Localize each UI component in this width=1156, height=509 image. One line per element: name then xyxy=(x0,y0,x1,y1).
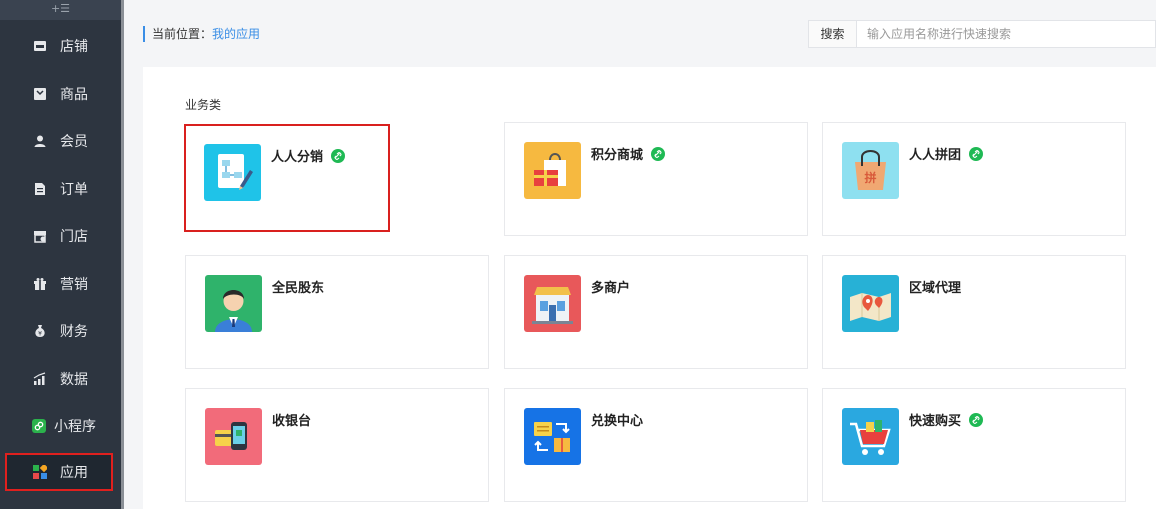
app-name: 兑换中心 xyxy=(591,414,644,429)
chart-icon xyxy=(33,372,47,386)
quick-buy-icon xyxy=(842,408,899,465)
member-icon xyxy=(33,134,47,148)
breadcrumb-prefix: 当前位置： xyxy=(152,27,213,41)
app-name: 全民股东 xyxy=(272,281,325,296)
link-icon xyxy=(651,147,666,161)
sidebar-item-shop[interactable]: 门店 xyxy=(0,216,121,256)
points-mall-icon xyxy=(524,142,581,199)
mini-program-icon xyxy=(32,419,46,433)
sidebar-item-label: 门店 xyxy=(60,229,88,245)
sidebar-item-label: 商品 xyxy=(60,87,88,103)
app-name: 收银台 xyxy=(272,414,312,429)
gift-icon xyxy=(33,277,47,291)
link-icon xyxy=(969,413,984,427)
sidebar-item-store[interactable]: 店铺 xyxy=(0,26,121,66)
sidebar-item-label: 会员 xyxy=(60,134,88,150)
sidebar-item-marketing[interactable]: 营销 xyxy=(0,264,121,304)
sidebar-item-goods[interactable]: 商品 xyxy=(0,74,121,114)
distribution-icon xyxy=(204,144,261,201)
header: 当前位置：我的应用 搜索 xyxy=(124,0,1156,66)
exchange-center-icon xyxy=(524,408,581,465)
sidebar-item-label: 订单 xyxy=(60,182,88,198)
apps-icon xyxy=(33,465,47,479)
goods-icon xyxy=(33,87,47,101)
order-icon xyxy=(33,182,47,196)
app-card-cashier[interactable]: 收银台 xyxy=(185,388,489,502)
sidebar-item-label: 数据 xyxy=(60,372,88,388)
app-name: 人人分销 xyxy=(271,146,346,165)
money-bag-icon: ¥ xyxy=(33,324,47,338)
search-input[interactable] xyxy=(857,21,1155,47)
multi-merchant-icon xyxy=(524,275,581,332)
cashier-icon xyxy=(205,408,262,465)
sidebar-item-label: 店铺 xyxy=(60,39,88,55)
sidebar-toggle-button[interactable]: +☰ xyxy=(0,0,121,20)
main-panel: 业务类 人人分销 积分商城 拼 人人拼团 全民股东 多商户 区域代理 收银台 兑… xyxy=(143,67,1156,509)
app-name: 快速购买 xyxy=(909,410,984,429)
svg-text:拼: 拼 xyxy=(864,170,876,185)
sidebar-item-apps[interactable]: 应用 xyxy=(5,453,113,491)
app-card-points-mall[interactable]: 积分商城 xyxy=(504,122,808,236)
sidebar-item-label: 小程序 xyxy=(54,419,96,435)
store-icon xyxy=(33,39,47,53)
search-button[interactable]: 搜索 xyxy=(809,21,857,47)
app-card-exchange-center[interactable]: 兑换中心 xyxy=(504,388,808,502)
app-name: 积分商城 xyxy=(591,144,666,163)
sidebar-item-label: 财务 xyxy=(60,324,88,340)
group-buy-icon: 拼 xyxy=(842,142,899,199)
app-name: 人人拼团 xyxy=(909,144,984,163)
sidebar-item-label: 应用 xyxy=(60,465,88,481)
sidebar-item-data[interactable]: 数据 xyxy=(0,359,121,399)
app-card-distribution[interactable]: 人人分销 xyxy=(184,124,390,232)
breadcrumb-current-link[interactable]: 我的应用 xyxy=(212,27,260,41)
link-icon xyxy=(331,149,346,163)
app-card-group-buy[interactable]: 拼 人人拼团 xyxy=(822,122,1126,236)
link-icon xyxy=(969,147,984,161)
regional-agent-icon xyxy=(842,275,899,332)
sidebar-item-member[interactable]: 会员 xyxy=(0,121,121,161)
sidebar-scrollbar[interactable] xyxy=(121,0,124,509)
svg-text:¥: ¥ xyxy=(38,331,42,338)
section-title: 业务类 xyxy=(185,98,222,112)
app-card-regional-agent[interactable]: 区域代理 xyxy=(822,255,1126,369)
sidebar-item-label: 营销 xyxy=(60,277,88,293)
app-card-quick-buy[interactable]: 快速购买 xyxy=(822,388,1126,502)
app-card-multi-merchant[interactable]: 多商户 xyxy=(504,255,808,369)
sidebar: +☰ 店铺 商品 会员 订单 门店 营销 ¥ 财务 数据 小程序 应用 xyxy=(0,0,121,509)
search-box: 搜索 xyxy=(808,20,1156,48)
breadcrumb: 当前位置：我的应用 xyxy=(143,26,260,42)
shop-icon xyxy=(33,229,47,243)
app-card-shareholder[interactable]: 全民股东 xyxy=(185,255,489,369)
shareholder-icon xyxy=(205,275,262,332)
sidebar-item-finance[interactable]: ¥ 财务 xyxy=(0,311,121,351)
app-name: 区域代理 xyxy=(909,281,962,296)
sidebar-item-mini-program[interactable]: 小程序 xyxy=(0,406,121,446)
app-name: 多商户 xyxy=(591,281,631,296)
sidebar-item-order[interactable]: 订单 xyxy=(0,169,121,209)
